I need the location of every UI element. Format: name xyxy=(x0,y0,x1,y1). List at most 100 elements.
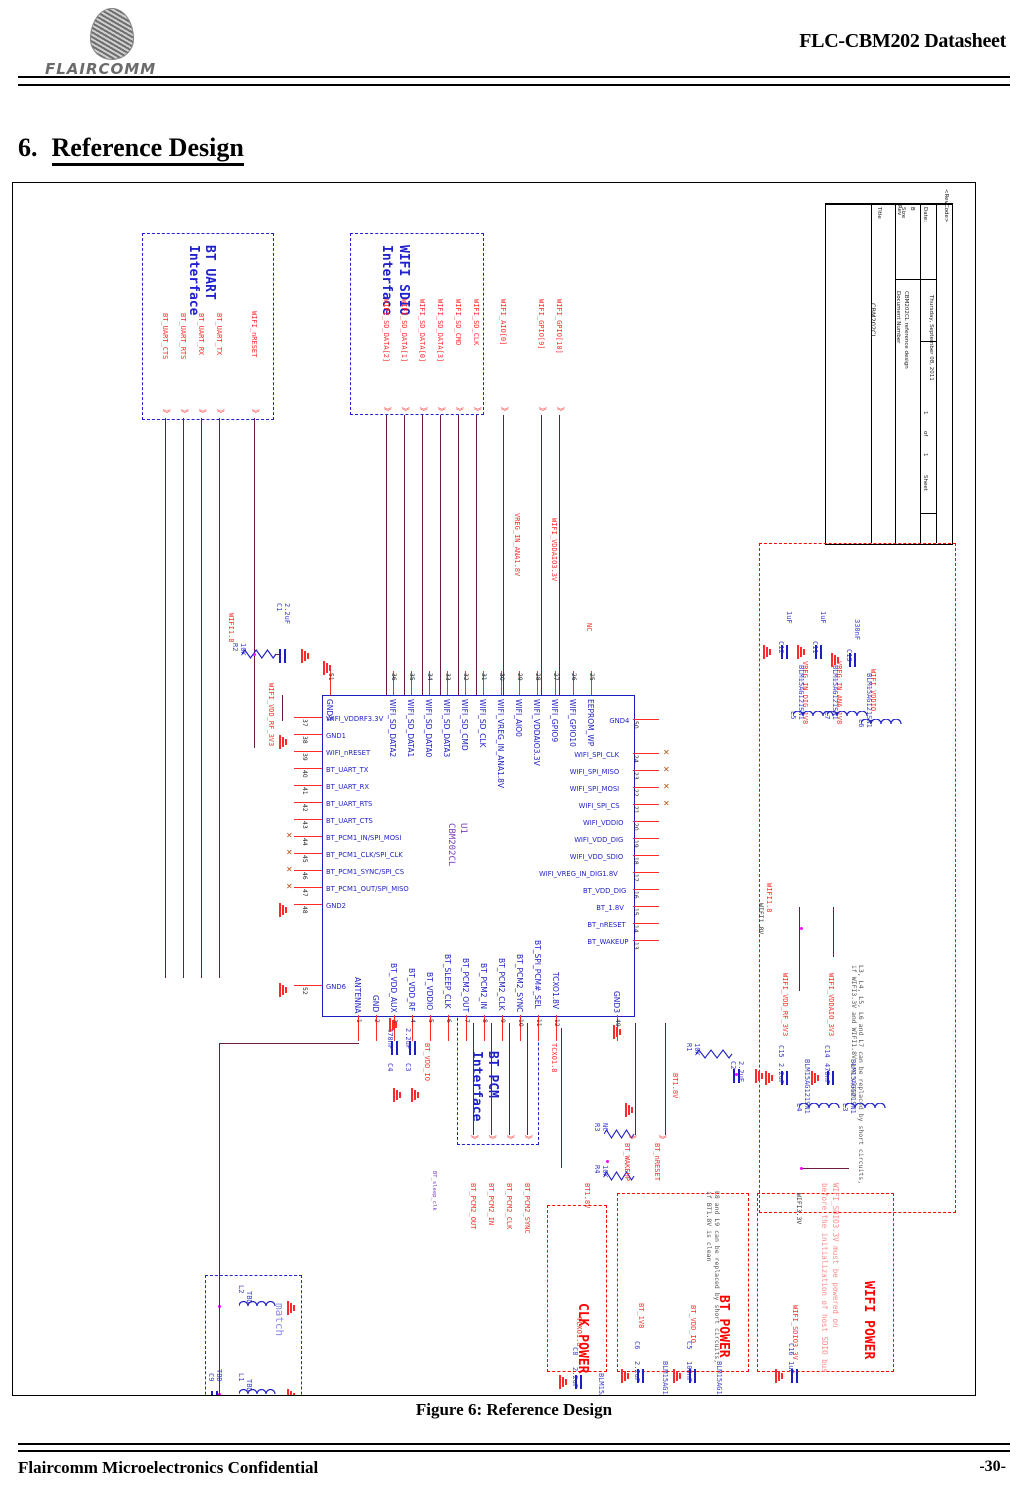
pin-number: 50 xyxy=(632,721,639,729)
wire[interactable] xyxy=(635,1023,637,1135)
pin-number: 10 xyxy=(517,1019,524,1027)
offpage-connector-icon: 》 xyxy=(162,409,171,417)
wire[interactable] xyxy=(294,717,322,719)
offpage-connector-icon: 》 xyxy=(216,409,225,417)
ic-part-number: CBM202CL xyxy=(446,823,456,867)
pin-label: EEPROM_WP xyxy=(586,699,595,747)
wire[interactable] xyxy=(473,1023,475,1135)
pin-number: 39 xyxy=(301,753,308,761)
wire[interactable] xyxy=(833,907,835,957)
net-label: WIFI_SD_DATA[2] xyxy=(382,299,390,363)
net-label: NC xyxy=(585,623,593,632)
wire[interactable] xyxy=(165,418,167,978)
wire[interactable] xyxy=(801,1168,849,1170)
pin-number: 16 xyxy=(632,891,639,899)
ground-symbol xyxy=(287,1389,297,1395)
wire[interactable] xyxy=(294,819,322,821)
offpage-connector-icon: 》 xyxy=(401,407,410,415)
footer-confidential: Flaircomm Microelectronics Confidential xyxy=(18,1458,319,1477)
pin-label: BT_VDD_AUX xyxy=(389,963,398,1013)
wire[interactable] xyxy=(219,418,221,978)
junction-dot xyxy=(800,927,803,930)
no-connect-x-icon: ✕ xyxy=(286,865,293,874)
wire[interactable] xyxy=(509,1023,511,1135)
wire[interactable] xyxy=(294,734,322,736)
net-label: BT_UART_RTS xyxy=(179,313,187,360)
wifi-sdio-interface-block xyxy=(350,233,484,415)
component-ref: C6 xyxy=(633,1341,641,1350)
pin-label: WIFI_VDD_DIG xyxy=(574,836,624,844)
pin-label: BT_UART_RTS xyxy=(326,800,373,808)
junction-dot xyxy=(253,653,256,656)
offpage-connector-icon: 》 xyxy=(383,407,392,415)
pin-number: 20 xyxy=(632,823,639,831)
wire[interactable] xyxy=(503,415,505,695)
resistor-symbol xyxy=(696,1049,733,1060)
wire[interactable] xyxy=(219,1293,221,1395)
wire[interactable] xyxy=(294,985,322,987)
wire[interactable] xyxy=(458,415,460,695)
wire[interactable] xyxy=(541,415,543,695)
pin-number: 19 xyxy=(632,840,639,848)
net-label: WIFI_VDD_RF_3V3 xyxy=(267,683,275,747)
pin-number: 29 xyxy=(516,673,523,681)
offpage-connector-icon: 》 xyxy=(658,1135,667,1143)
wire[interactable] xyxy=(422,415,424,695)
net-label: WIFI_VDD_RF_3V3 xyxy=(781,973,789,1037)
wire[interactable] xyxy=(282,695,284,721)
wire[interactable] xyxy=(799,907,801,991)
wire[interactable] xyxy=(294,836,322,838)
wire[interactable] xyxy=(294,768,322,770)
wire[interactable] xyxy=(219,1043,221,1283)
wire[interactable] xyxy=(183,418,185,978)
ground-symbol xyxy=(775,1369,785,1383)
junction-dot xyxy=(735,1073,738,1076)
wire[interactable] xyxy=(476,415,478,695)
wire[interactable] xyxy=(294,870,322,872)
pin-label: BT_PCM2_CLK xyxy=(497,958,506,1011)
pin-number: 34 xyxy=(426,673,433,681)
wire[interactable] xyxy=(561,1028,563,1168)
capacitor-symbol xyxy=(689,1369,697,1383)
wire[interactable] xyxy=(219,1043,359,1045)
wire[interactable] xyxy=(294,904,322,906)
net-label: BT_PCM2_SYNC xyxy=(523,1183,531,1234)
pin-number: 38 xyxy=(301,736,308,744)
component-value: 2.2uF xyxy=(283,603,291,625)
bt-pcm-title-line1: BT PCM xyxy=(485,1051,500,1098)
wire[interactable] xyxy=(254,418,256,748)
bt-uart-title-line2: Interface xyxy=(186,245,201,316)
pin-number: 17 xyxy=(632,874,639,882)
net-label: WIFI_SD_CMD xyxy=(454,299,462,346)
wire[interactable] xyxy=(527,1023,529,1135)
wire[interactable] xyxy=(294,751,322,753)
ground-symbol xyxy=(323,661,333,675)
wire[interactable] xyxy=(294,785,322,787)
wire[interactable] xyxy=(201,418,203,978)
component-ref: R4 xyxy=(593,1165,601,1174)
wire[interactable] xyxy=(219,1283,221,1293)
ground-symbol xyxy=(763,645,773,659)
wire[interactable] xyxy=(276,654,280,656)
bt-power-note-line1: L8 and L9 can be replaced by short circu… xyxy=(713,1191,721,1364)
net-label: WIFI_GPIO[10] xyxy=(555,299,563,354)
wire[interactable] xyxy=(404,415,406,695)
wire[interactable] xyxy=(440,415,442,695)
wire[interactable] xyxy=(294,853,322,855)
wifi-rail-note-line1: L3, L4, L5, L6 and L7 can be replaced by… xyxy=(857,965,865,1185)
ground-symbol xyxy=(287,1301,297,1315)
wire[interactable] xyxy=(386,415,388,695)
pin-label: WIFI_SD_CLK xyxy=(478,699,487,748)
pin-number: 15 xyxy=(632,908,639,916)
wire[interactable] xyxy=(491,1023,493,1135)
ground-symbol xyxy=(559,1375,569,1389)
wire[interactable] xyxy=(294,887,322,889)
wire[interactable] xyxy=(665,1023,667,1135)
wire[interactable] xyxy=(294,802,322,804)
pin-number: 32 xyxy=(462,673,469,681)
section-heading: 6. Reference Design xyxy=(18,133,244,166)
pin-number: 12 xyxy=(553,1019,560,1027)
net-label: BT_VDD_IO xyxy=(689,1305,697,1343)
bt-uart-title-line1: BT UART xyxy=(202,245,217,300)
wire[interactable] xyxy=(559,415,561,695)
